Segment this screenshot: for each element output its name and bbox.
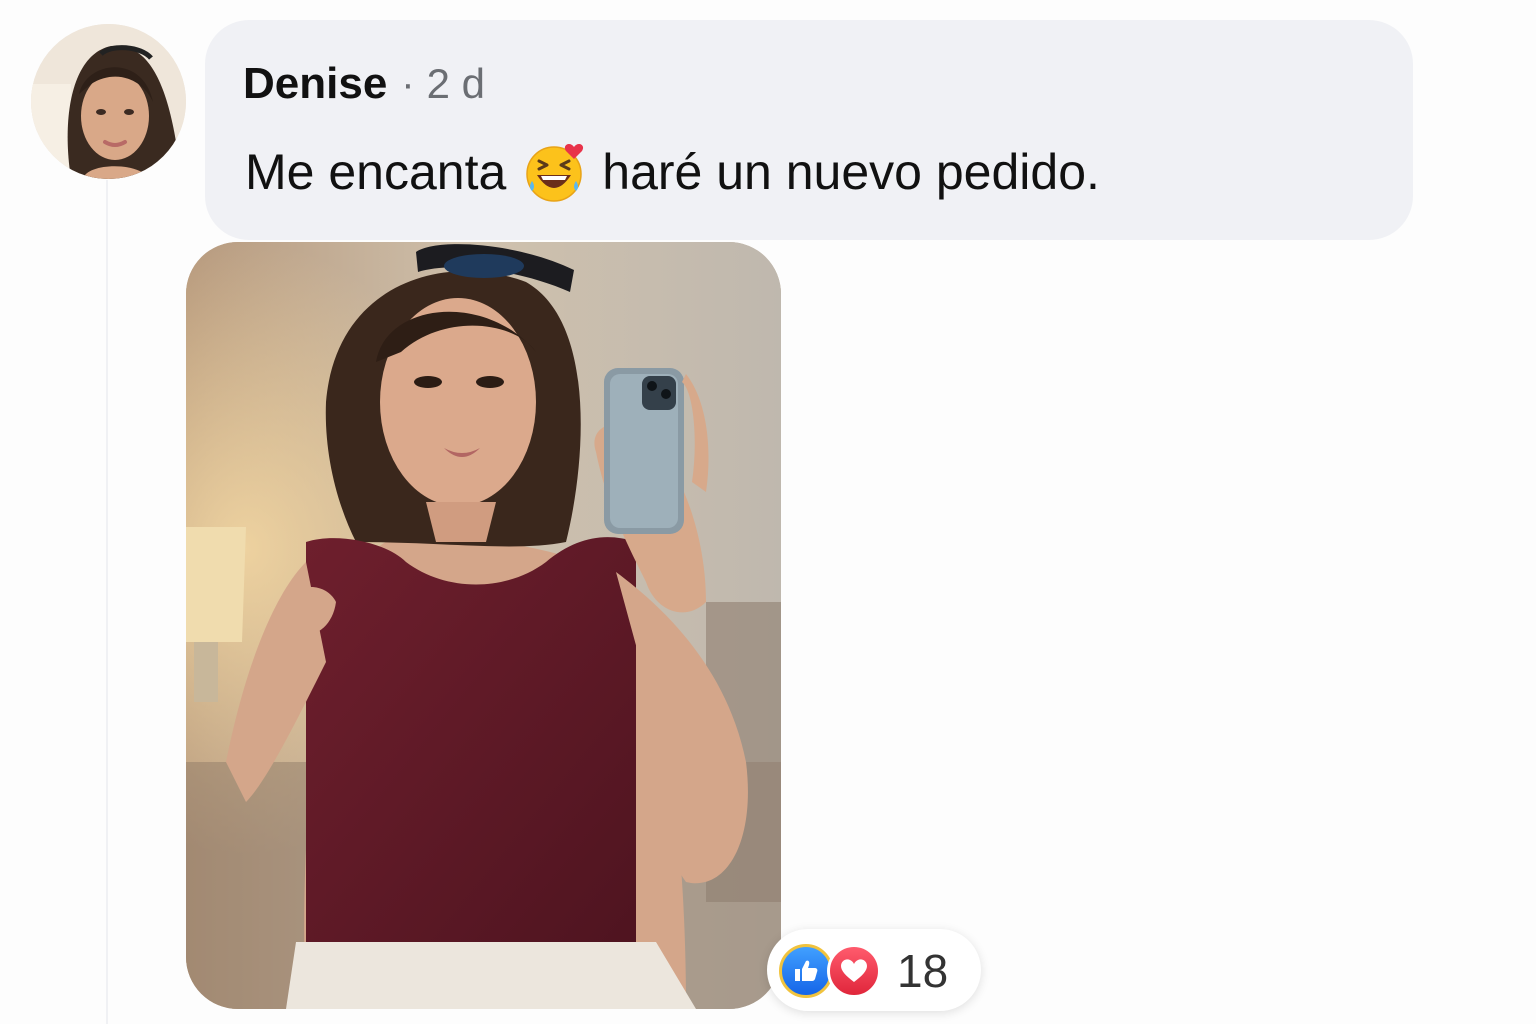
comment-header: Denise · 2 d [243,58,485,110]
comment-bubble: Denise · 2 d Me encanta haré un nuevo pe… [205,20,1413,240]
laughing-face-with-heart-emoji [526,144,584,202]
reaction-count: 18 [897,945,949,997]
comment-text-after: haré un nuevo pedido. [602,144,1100,200]
avatar[interactable] [31,24,186,179]
reactions-summary[interactable]: 18 [767,929,981,1011]
comment-text-before: Me encanta [245,144,507,200]
love-icon [827,944,881,998]
comment-text: Me encanta haré un nuevo pedido. [245,140,1100,204]
comment-timestamp[interactable]: 2 d [427,60,485,108]
thread-line [106,180,108,1024]
avatar-image [31,24,186,179]
author-name[interactable]: Denise [243,59,387,109]
like-icon [779,944,833,998]
comment-photo[interactable] [186,242,781,1009]
meta-separator: · [401,61,415,106]
attached-photo-image [186,242,781,1009]
